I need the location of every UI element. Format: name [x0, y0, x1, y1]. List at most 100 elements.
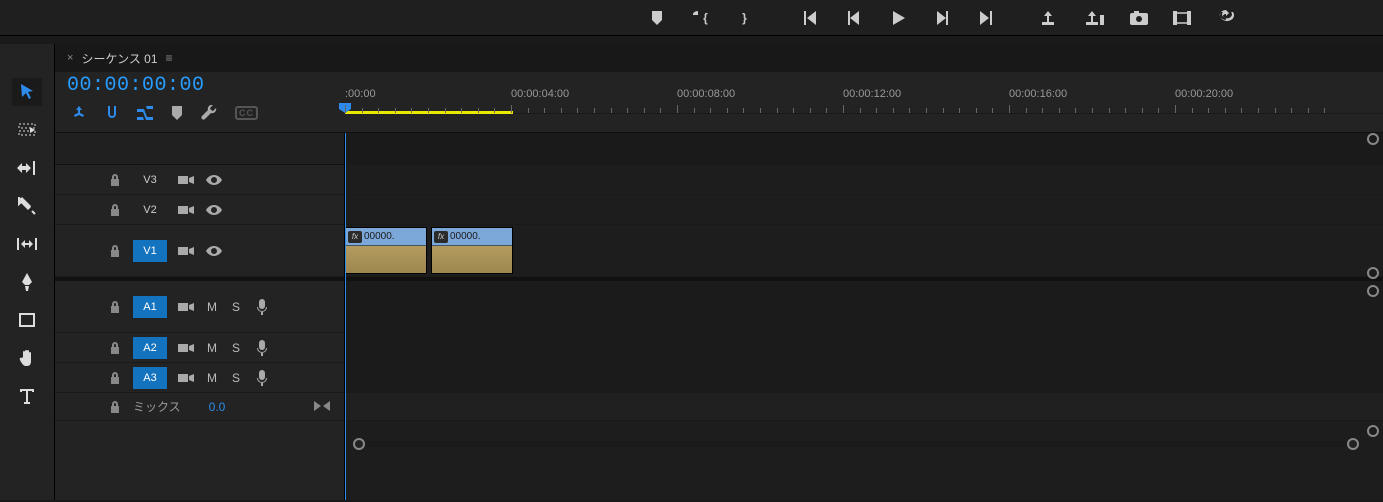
track-header-a1[interactable]: A1 M S	[55, 281, 344, 333]
lock-icon[interactable]	[107, 203, 123, 217]
ripple-edit-tool[interactable]	[12, 154, 42, 182]
time-ruler-area[interactable]: :00:0000:00:04:0000:00:08:0000:00:12:000…	[345, 72, 1383, 114]
clip-label: 00000.	[364, 231, 395, 242]
lane-v3[interactable]	[345, 165, 1383, 195]
settings-wrench-icon[interactable]	[201, 105, 217, 121]
voiceover-record-icon[interactable]	[253, 370, 271, 386]
fx-badge-icon[interactable]: fx	[434, 231, 448, 243]
lock-icon[interactable]	[107, 300, 123, 314]
track-header-v1[interactable]: V1	[55, 225, 344, 277]
lane-a1[interactable]	[345, 281, 1383, 333]
lane-v2[interactable]	[345, 195, 1383, 225]
lift-button[interactable]	[1039, 6, 1063, 30]
track-content-area[interactable]: fx00000.fx00000.	[345, 133, 1383, 500]
solo-button[interactable]: S	[229, 371, 243, 385]
track-output-icon[interactable]	[177, 174, 195, 186]
lock-icon[interactable]	[107, 341, 123, 355]
step-back-button[interactable]	[842, 6, 866, 30]
video-clip[interactable]: fx00000.	[431, 227, 513, 274]
track-output-icon[interactable]	[177, 204, 195, 216]
voiceover-record-icon[interactable]	[253, 340, 271, 356]
lane-v1[interactable]: fx00000.fx00000.	[345, 225, 1383, 277]
captions-toggle-icon[interactable]: CC	[235, 106, 258, 120]
nest-toggle-icon[interactable]	[71, 106, 87, 120]
marker-toggle-icon[interactable]	[171, 106, 183, 120]
video-clip[interactable]: fx00000.	[345, 227, 427, 274]
track-select-tool[interactable]	[12, 116, 42, 144]
step-forward-button[interactable]	[930, 6, 954, 30]
lock-icon[interactable]	[107, 244, 123, 258]
solo-button[interactable]: S	[229, 300, 243, 314]
type-tool[interactable]	[12, 382, 42, 410]
mute-button[interactable]: M	[205, 300, 219, 314]
lock-icon[interactable]	[107, 400, 123, 414]
track-header-v3[interactable]: V3	[55, 165, 344, 195]
toggle-visibility-icon[interactable]	[205, 246, 223, 256]
lock-icon[interactable]	[107, 173, 123, 187]
mix-value[interactable]: 0.0	[209, 400, 226, 414]
play-button[interactable]	[886, 6, 910, 30]
ruler-label: 00:00:04:00	[511, 88, 569, 100]
vscroll-mid-handle-2[interactable]	[1367, 285, 1379, 297]
timeline-panel: × シーケンス 01 ≡ 00:00:00:00 CC	[0, 44, 1383, 500]
track-header-v2[interactable]: V2	[55, 195, 344, 225]
lock-icon[interactable]	[107, 371, 123, 385]
track-header-a3[interactable]: A3 M S	[55, 363, 344, 393]
ruler-label: 00:00:20:00	[1175, 88, 1233, 100]
vscroll-top-handle[interactable]	[1367, 133, 1379, 145]
track-output-icon[interactable]	[177, 342, 195, 354]
insert-button[interactable]	[1171, 6, 1195, 30]
export-frame-button[interactable]	[1127, 6, 1151, 30]
razor-tool[interactable]	[12, 192, 42, 220]
hscroll-left-handle[interactable]	[353, 438, 365, 450]
voiceover-record-icon[interactable]	[253, 299, 271, 315]
track-label[interactable]: V2	[133, 199, 167, 221]
mute-button[interactable]: M	[205, 341, 219, 355]
sequence-tab[interactable]: × シーケンス 01 ≡	[55, 44, 1383, 72]
overwrite-button[interactable]	[1215, 6, 1239, 30]
extract-button[interactable]	[1083, 6, 1107, 30]
vscroll-bottom-handle[interactable]	[1367, 425, 1379, 437]
go-to-out-button[interactable]	[974, 6, 998, 30]
mark-in-button[interactable]: {	[689, 6, 713, 30]
playhead-line[interactable]	[345, 133, 346, 500]
solo-button[interactable]: S	[229, 341, 243, 355]
horizontal-scrollbar[interactable]	[353, 439, 1359, 449]
lane-a2[interactable]	[345, 333, 1383, 363]
toggle-visibility-icon[interactable]	[205, 205, 223, 215]
tab-menu-icon[interactable]: ≡	[166, 51, 171, 65]
snap-toggle-icon[interactable]	[105, 106, 119, 120]
hand-tool[interactable]	[12, 344, 42, 372]
close-tab-icon[interactable]: ×	[67, 52, 73, 64]
track-label[interactable]: A2	[133, 337, 167, 359]
mark-out-button[interactable]: }	[733, 6, 757, 30]
track-label[interactable]: A3	[133, 367, 167, 389]
track-header-mix[interactable]: ミックス 0.0	[55, 393, 344, 421]
add-marker-button[interactable]	[645, 6, 669, 30]
hscroll-right-handle[interactable]	[1347, 438, 1359, 450]
current-timecode[interactable]: 00:00:00:00	[67, 72, 345, 97]
mix-pan-icon[interactable]	[314, 400, 330, 414]
rectangle-tool[interactable]	[12, 306, 42, 334]
slip-tool[interactable]	[12, 230, 42, 258]
go-to-in-button[interactable]	[798, 6, 822, 30]
toggle-visibility-icon[interactable]	[205, 175, 223, 185]
track-output-icon[interactable]	[177, 372, 195, 384]
mute-button[interactable]: M	[205, 371, 219, 385]
playback-toolbar: { }	[0, 0, 1383, 36]
pen-tool[interactable]	[12, 268, 42, 296]
vscroll-mid-handle-1[interactable]	[1367, 267, 1379, 279]
fx-badge-icon[interactable]: fx	[348, 231, 362, 243]
hscroll-track[interactable]	[365, 441, 1347, 447]
track-output-icon[interactable]	[177, 301, 195, 313]
selection-tool[interactable]	[12, 78, 42, 106]
lane-a3[interactable]	[345, 363, 1383, 393]
linked-selection-icon[interactable]	[137, 106, 153, 120]
track-label[interactable]: V1	[133, 240, 167, 262]
track-output-icon[interactable]	[177, 245, 195, 257]
track-label[interactable]: A1	[133, 296, 167, 318]
clip-label: 00000.	[450, 231, 481, 242]
track-label[interactable]: V3	[133, 169, 167, 191]
track-header-a2[interactable]: A2 M S	[55, 333, 344, 363]
lane-mix[interactable]	[345, 393, 1383, 421]
